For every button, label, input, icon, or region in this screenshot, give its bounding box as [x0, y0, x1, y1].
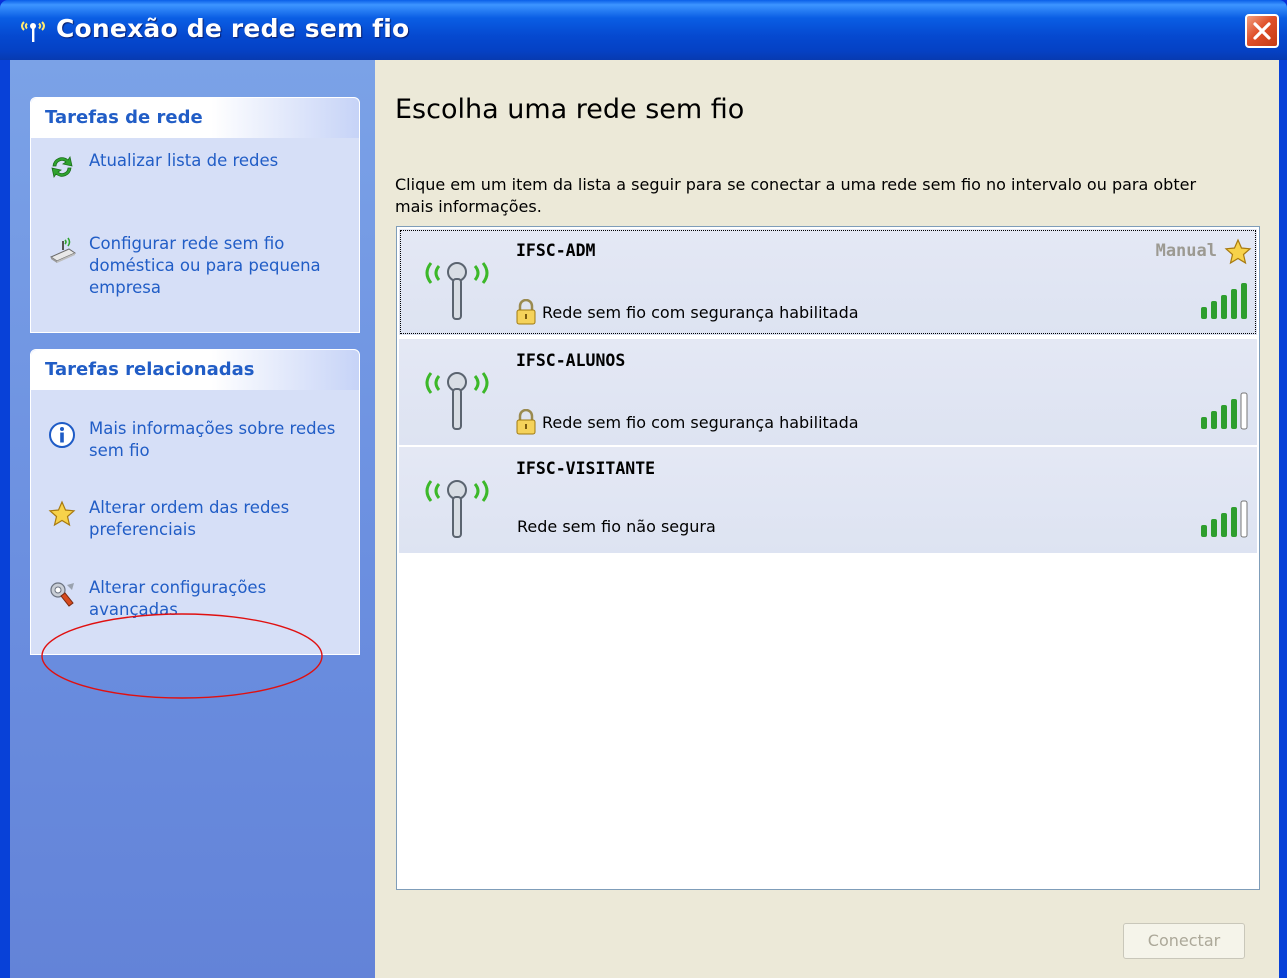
- window-frame-right: [1279, 60, 1287, 978]
- manual-label: Manual: [1155, 241, 1217, 261]
- network-item-ifsc-visitante[interactable]: IFSC-VISITANTE Rede sem fio não segura: [399, 447, 1257, 553]
- network-item-ifsc-adm[interactable]: IFSC-ADM Manual Rede sem fio com seguran…: [399, 229, 1257, 335]
- signal-strength-icon: [1201, 392, 1248, 430]
- preferred-star-icon: [1224, 238, 1252, 265]
- task-label: Atualizar lista de redes: [89, 151, 279, 170]
- settings-tools-icon: [50, 582, 74, 607]
- refresh-network-list-link[interactable]: Atualizar lista de redes: [47, 150, 339, 182]
- network-status: Rede sem fio não segura: [517, 517, 716, 536]
- panel-header: Tarefas de rede: [31, 98, 359, 138]
- panel-header: Tarefas relacionadas: [31, 350, 359, 390]
- close-button[interactable]: [1245, 14, 1279, 48]
- task-label: Mais informações sobre redes sem fio: [89, 419, 336, 460]
- network-status-text: Rede sem fio com segurança habilitada: [542, 302, 859, 322]
- main-content: Escolha uma rede sem fio Clique em um it…: [375, 60, 1279, 978]
- window-title: Conexão de rede sem fio: [56, 14, 410, 43]
- network-item-ifsc-alunos[interactable]: IFSC-ALUNOS Rede sem fio com segurança h…: [399, 339, 1257, 445]
- network-name: IFSC-ALUNOS: [516, 351, 626, 370]
- network-name: IFSC-ADM: [516, 241, 596, 260]
- page-title: Escolha uma rede sem fio: [395, 94, 745, 125]
- refresh-icon: [51, 155, 73, 179]
- instructions-text: Clique em um item da lista a seguir para…: [395, 175, 1197, 216]
- task-sidebar: Tarefas de rede Atualizar lista de redes: [10, 60, 375, 978]
- title-bar[interactable]: Conexão de rede sem fio: [0, 0, 1287, 60]
- signal-strength-icon: [1201, 500, 1248, 538]
- wireless-network-list[interactable]: IFSC-ADM Manual Rede sem fio com seguran…: [396, 226, 1260, 890]
- wireless-antenna-icon: [425, 480, 489, 538]
- highlight-annotation-ellipse: [41, 613, 323, 699]
- wireless-antenna-icon: [425, 262, 489, 320]
- network-tasks-panel: Tarefas de rede Atualizar lista de redes: [30, 97, 360, 333]
- change-preferred-order-link[interactable]: Alterar ordem das redes preferenciais: [47, 497, 339, 541]
- signal-strength-icon: [1201, 283, 1247, 319]
- wireless-connection-window: Conexão de rede sem fio Tarefas de rede …: [0, 0, 1287, 978]
- close-icon: [1253, 22, 1271, 40]
- task-label: Alterar ordem das redes preferenciais: [89, 498, 290, 539]
- network-status-text: Rede sem fio com segurança habilitada: [542, 412, 859, 432]
- network-status: Rede sem fio com segurança habilitada: [515, 299, 859, 325]
- window-frame-left: [0, 60, 10, 978]
- star-icon: [48, 500, 76, 527]
- network-status: Rede sem fio com segurança habilitada: [515, 409, 859, 435]
- more-info-wireless-link[interactable]: Mais informações sobre redes sem fio: [47, 418, 339, 462]
- lock-icon: [516, 299, 536, 325]
- connect-button[interactable]: Conectar: [1123, 923, 1245, 959]
- task-label: Configurar rede sem fio doméstica ou par…: [89, 234, 321, 297]
- info-icon: [49, 422, 75, 448]
- network-status-text: Rede sem fio não segura: [517, 517, 716, 536]
- wireless-setup-icon: [49, 237, 77, 263]
- network-name: IFSC-VISITANTE: [516, 459, 656, 478]
- lock-icon: [516, 409, 536, 435]
- setup-wireless-network-link[interactable]: Configurar rede sem fio doméstica ou par…: [47, 233, 339, 299]
- wireless-antenna-icon: [425, 372, 489, 430]
- wireless-network-icon: [21, 21, 45, 42]
